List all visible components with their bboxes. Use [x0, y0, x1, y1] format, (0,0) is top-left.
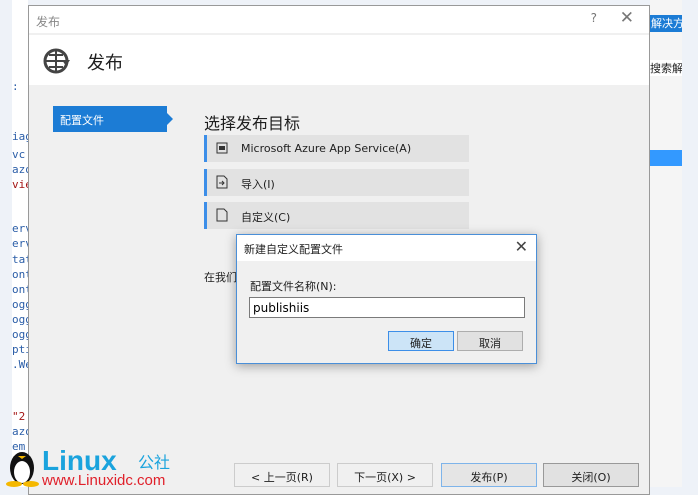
- document-icon: [216, 208, 228, 222]
- watermark-logo: Linux 公社 www.Linuxidc.com: [4, 440, 179, 490]
- hint-text: 在我们: [204, 271, 237, 284]
- code-line: vie: [12, 178, 28, 191]
- option-custom[interactable]: 自定义(C): [204, 202, 469, 229]
- code-line: erv: [12, 237, 28, 250]
- selected-tree-item[interactable]: [650, 150, 682, 166]
- code-line: azo: [12, 425, 28, 438]
- cloud-server-icon: [216, 142, 228, 154]
- close-icon[interactable]: ✕: [620, 8, 634, 28]
- option-import[interactable]: 导入(I): [204, 169, 469, 196]
- code-line: ont: [12, 268, 28, 281]
- code-line: vc': [12, 148, 28, 161]
- code-line: "2: [12, 410, 26, 423]
- code-line: .We: [12, 358, 28, 371]
- background-code-editor: : ' iag vc' azo vie erv erv tat ont ont ogg ogg ogg p…: [12, 0, 28, 487]
- code-line: tat: [12, 253, 28, 266]
- svg-text:公社: 公社: [138, 453, 170, 472]
- code-line: erv: [12, 222, 28, 235]
- import-icon: [216, 175, 228, 189]
- modal-title: 新建自定义配置文件: [244, 243, 343, 256]
- solution-explorer-panel: 解决方 搜索解: [650, 0, 698, 487]
- modal-close-icon[interactable]: ✕: [515, 237, 528, 256]
- section-heading: 选择发布目标: [204, 114, 301, 133]
- code-line: ogg: [12, 328, 28, 341]
- ok-button[interactable]: 确定: [388, 331, 454, 351]
- globe-publish-icon: [43, 48, 70, 74]
- code-line: ogg: [12, 298, 28, 311]
- window-title: 发布: [36, 15, 61, 29]
- nav-item-profile[interactable]: 配置文件: [53, 106, 173, 132]
- help-button[interactable]: ?: [591, 11, 597, 25]
- next-button[interactable]: 下一页(X) >: [337, 463, 433, 487]
- code-line: pti: [12, 343, 28, 356]
- code-line: iag: [12, 130, 28, 143]
- solution-explorer-title: 解决方: [650, 15, 682, 32]
- code-line: azo: [12, 163, 28, 176]
- profile-name-input[interactable]: [249, 297, 525, 318]
- dialog-header: 发布: [29, 35, 649, 85]
- cancel-button[interactable]: 取消: [457, 331, 523, 351]
- code-line: ogg: [12, 313, 28, 326]
- code-line: : ': [12, 80, 28, 93]
- solution-search-input[interactable]: 搜索解: [650, 60, 682, 76]
- new-profile-dialog: 新建自定义配置文件 ✕ 配置文件名称(N): 确定 取消: [236, 234, 537, 364]
- prev-button[interactable]: < 上一页(R): [234, 463, 330, 487]
- title-bar: 发布 ? ✕: [29, 6, 649, 33]
- page-title: 发布: [87, 53, 123, 74]
- code-line: ont: [12, 283, 28, 296]
- svg-text:www.Linuxidc.com: www.Linuxidc.com: [41, 472, 165, 487]
- penguin-icon: Linux 公社 www.Linuxidc.com: [6, 445, 170, 489]
- option-azure-app-service[interactable]: Microsoft Azure App Service(A): [204, 135, 469, 162]
- profile-name-label: 配置文件名称(N):: [250, 280, 337, 293]
- close-button[interactable]: 关闭(O): [543, 463, 639, 487]
- modal-title-bar: 新建自定义配置文件 ✕: [237, 235, 536, 261]
- publish-button[interactable]: 发布(P): [441, 463, 537, 487]
